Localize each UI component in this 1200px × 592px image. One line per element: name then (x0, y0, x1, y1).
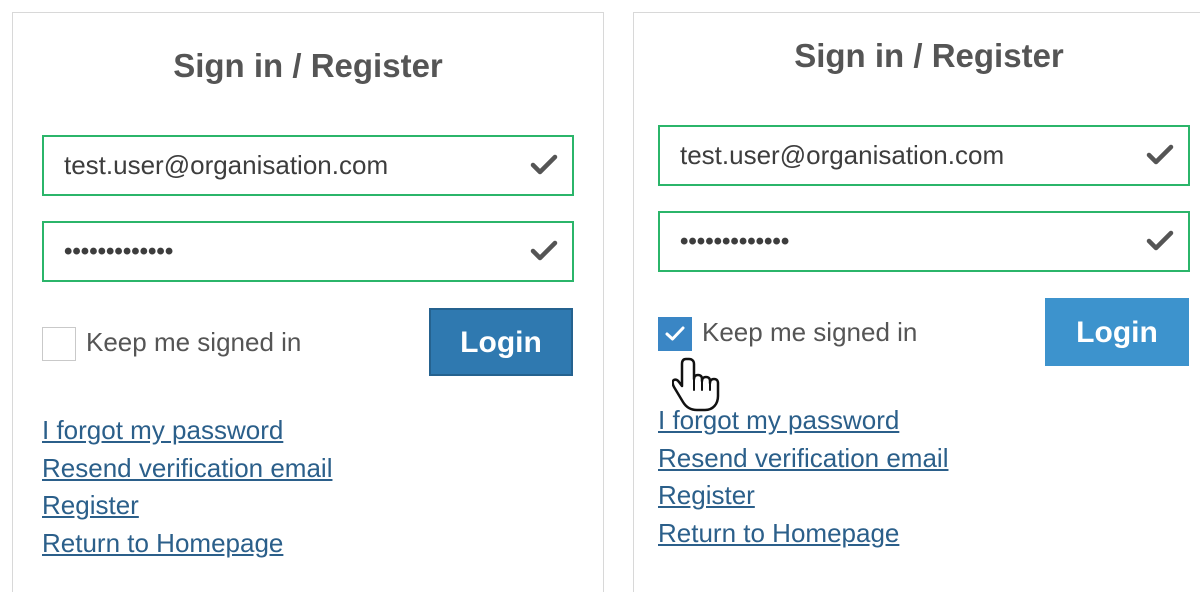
checkmark-icon (530, 154, 558, 175)
register-link[interactable]: Register (658, 477, 948, 515)
checkmark-icon (665, 326, 685, 341)
login-button[interactable]: Login (1045, 298, 1189, 366)
forgot-password-link[interactable]: I forgot my password (42, 412, 332, 450)
email-input[interactable] (680, 127, 1120, 184)
keep-signed-in-label[interactable]: Keep me signed in (702, 319, 917, 345)
keep-signed-in-checkbox[interactable] (42, 327, 76, 361)
checkmark-icon (530, 240, 558, 261)
email-input[interactable] (64, 137, 504, 194)
hand-pointer-icon (672, 357, 720, 412)
auth-links: I forgot my password Resend verification… (658, 402, 948, 552)
auth-links: I forgot my password Resend verification… (42, 412, 332, 562)
resend-verification-link[interactable]: Resend verification email (42, 450, 332, 488)
checkmark-icon (1146, 144, 1174, 165)
password-field[interactable]: ••••••••••••• (42, 221, 574, 282)
login-panel-checked: Sign in / Register ••••••••••••• Keep me… (633, 12, 1200, 592)
page-title: Sign in / Register (794, 37, 1064, 74)
keep-signed-in-label[interactable]: Keep me signed in (86, 329, 301, 355)
login-panel-default: Sign in / Register ••••••••••••• Keep me… (12, 12, 604, 592)
login-button[interactable]: Login (429, 308, 573, 376)
password-input[interactable]: ••••••••••••• (64, 223, 504, 280)
register-link[interactable]: Register (42, 487, 332, 525)
checkmark-icon (1146, 230, 1174, 251)
email-field[interactable] (658, 125, 1190, 186)
password-field[interactable]: ••••••••••••• (658, 211, 1190, 272)
resend-verification-link[interactable]: Resend verification email (658, 440, 948, 478)
return-homepage-link[interactable]: Return to Homepage (42, 525, 332, 563)
email-field[interactable] (42, 135, 574, 196)
page-title: Sign in / Register (173, 47, 443, 84)
password-input[interactable]: ••••••••••••• (680, 213, 1120, 270)
return-homepage-link[interactable]: Return to Homepage (658, 515, 948, 553)
keep-signed-in-checkbox[interactable] (658, 317, 692, 351)
